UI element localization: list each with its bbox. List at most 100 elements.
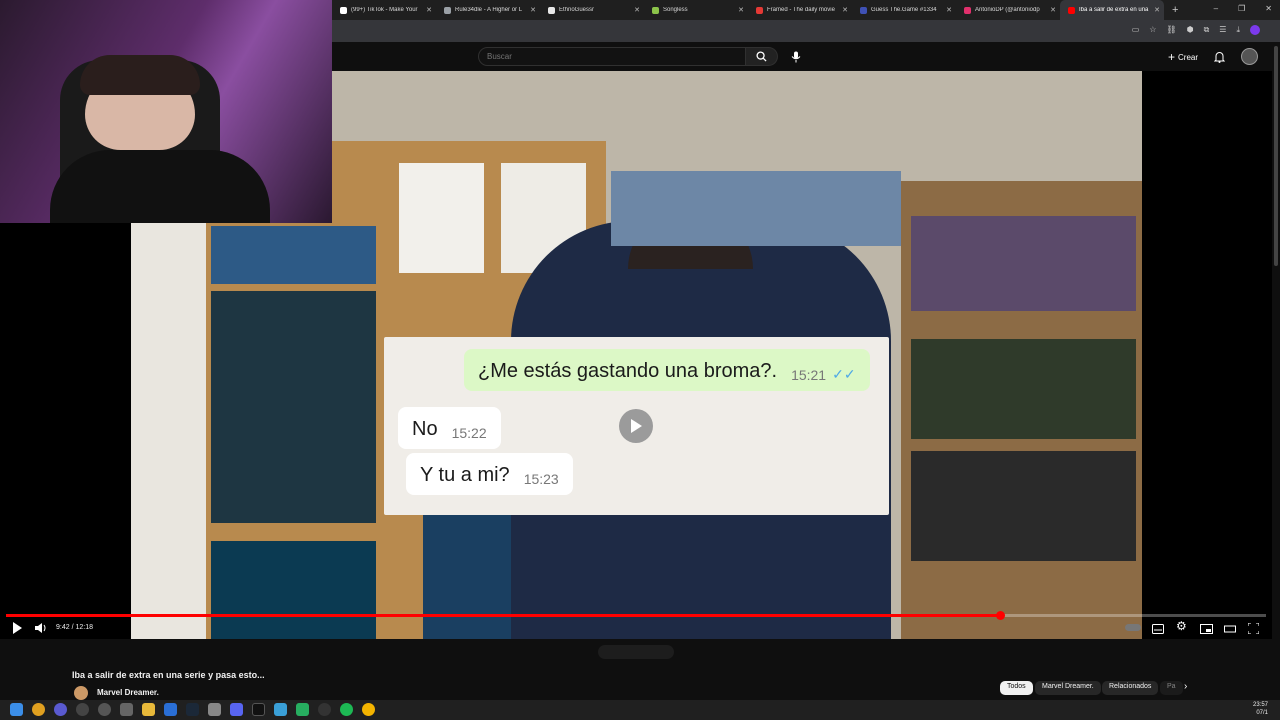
close-tab-icon[interactable]: ✕ [634,6,640,14]
browser-tab[interactable]: AntonioDP (@antoniodp ✕ [956,0,1060,20]
site-icon [548,6,555,14]
progress-bar[interactable] [6,611,1266,620]
app-icon[interactable] [76,703,89,716]
download-icon[interactable]: ⤓ [1236,25,1240,35]
chat-bubble-received: No 15:22 [398,407,501,449]
message-text: Y tu a mi? [420,464,510,486]
webcam-hair [80,55,200,95]
link-icon[interactable]: ⛓ [1166,25,1176,35]
globe-icon [444,6,451,14]
player-controls: 9:42 / 12:18 ⚙ [0,619,1280,639]
chevron-right-icon[interactable]: › [1184,681,1187,692]
tiktok-icon[interactable] [252,703,265,716]
dvd-row [911,451,1136,561]
reading-list-icon[interactable]: ☰ [1219,25,1226,35]
fullscreen-button[interactable] [1247,621,1260,639]
browser-tab[interactable]: Rule34dle - A Higher or L ✕ [436,0,540,20]
taskbar: 23:57 07/1 [0,700,1280,720]
clock[interactable]: 23:57 07/1 [1253,701,1268,717]
clock-time: 23:57 [1252,702,1268,708]
close-tab-icon[interactable]: ✕ [426,6,432,14]
play-icon [631,419,642,433]
miniplayer-icon [1200,624,1213,634]
channel-name[interactable]: Marvel Dreamer. [97,688,159,697]
obs-icon[interactable] [318,703,331,716]
poster-arrow [211,291,376,523]
new-tab-button[interactable]: + [1172,4,1178,16]
discord-icon[interactable] [230,703,243,716]
search-icon[interactable] [32,703,45,716]
theater-mode-button[interactable] [1224,621,1236,639]
app-icon[interactable] [98,703,111,716]
chip-more[interactable]: Pa [1160,681,1183,695]
miniplayer-button[interactable] [1200,621,1213,639]
volume-button[interactable] [35,621,47,639]
toolbar-icons: ▭ ☆ ⛓ ⬢ ⧉ ☰ ⤓ [1132,25,1260,35]
app-icon[interactable] [120,703,133,716]
close-tab-icon[interactable]: ✕ [1154,6,1160,14]
browser-tab[interactable]: (99+) TikTok - Make Your ✕ [332,0,436,20]
progress-played [6,614,1001,617]
minimize-button[interactable]: – [1214,4,1218,13]
search-input[interactable] [478,47,746,66]
instagram-icon [964,6,971,14]
shield-icon[interactable]: ⬢ [1187,25,1194,35]
boxes-shelf [611,171,901,246]
windows-start-icon[interactable] [10,703,23,716]
close-tab-icon[interactable]: ✕ [946,6,952,14]
close-tab-icon[interactable]: ✕ [530,6,536,14]
autoplay-toggle[interactable] [1125,624,1141,631]
browser-tab[interactable]: Guess The.Game #1334 ✕ [852,0,956,20]
chip-all[interactable]: Todos [1000,681,1033,695]
scrollbar-thumb[interactable] [1274,46,1278,266]
app-icon[interactable] [296,703,309,716]
maximize-button[interactable]: ❐ [1238,4,1245,13]
steam-icon[interactable] [186,703,199,716]
close-window-button[interactable]: ✕ [1265,4,1272,13]
extensions-icon[interactable]: ⧉ [1204,25,1210,35]
watch-metadata: Iba a salir de extra en una serie y pasa… [0,639,1280,700]
spotify-icon[interactable] [340,703,353,716]
create-button[interactable]: + Crear [1168,50,1198,64]
play-button-overlay[interactable] [619,409,653,443]
notifications-button[interactable] [1213,50,1226,68]
window-light [131,221,206,639]
browser-tab-active[interactable]: Iba a salir de extra en una ✕ [1060,0,1164,20]
browser-tab-strip: (99+) TikTok - Make Your ✕ Rule34dle - A … [332,0,1280,20]
browser-tab[interactable]: Framed - The daily movie ✕ [748,0,852,20]
browser-tab[interactable]: EthnoGuessr ✕ [540,0,644,20]
folder-icon[interactable] [142,703,155,716]
cast-icon[interactable]: ▭ [1132,25,1140,35]
close-tab-icon[interactable]: ✕ [1050,6,1056,14]
browser-tab[interactable]: Songless ✕ [644,0,748,20]
chat-bubble-received: Y tu a mi? 15:23 [406,453,573,495]
voice-search-button[interactable] [787,48,805,66]
bookmark-star-icon[interactable]: ☆ [1149,25,1156,35]
read-receipt-icon: ✓✓ [832,366,856,382]
message-time: 15:23 [523,471,559,487]
app-icon[interactable] [274,703,287,716]
app-icon[interactable] [164,703,177,716]
chip-channel[interactable]: Marvel Dreamer. [1035,681,1101,695]
user-avatar[interactable] [1241,48,1258,65]
drawing-1 [399,163,484,273]
close-tab-icon[interactable]: ✕ [738,6,744,14]
microphone-icon [791,51,801,63]
message-time: 15:21 [791,367,827,383]
settings-button[interactable]: ⚙ [1176,619,1187,633]
page-scrollbar[interactable] [1272,42,1280,720]
app-icon[interactable] [208,703,221,716]
profile-icon[interactable] [1250,25,1260,35]
chrome-icon[interactable] [362,703,375,716]
search-button[interactable] [746,47,778,66]
channel-avatar[interactable] [74,686,88,700]
drag-handle[interactable] [598,645,674,659]
close-tab-icon[interactable]: ✕ [842,6,848,14]
game-icon [860,6,867,14]
chip-related[interactable]: Relacionados [1102,681,1159,695]
message-text: No [412,418,438,440]
browser-toolbar: ▭ ☆ ⛓ ⬢ ⧉ ☰ ⤓ [332,20,1280,42]
subtitles-button[interactable] [1152,621,1164,639]
app-icon[interactable] [54,703,67,716]
play-button[interactable] [12,621,22,639]
